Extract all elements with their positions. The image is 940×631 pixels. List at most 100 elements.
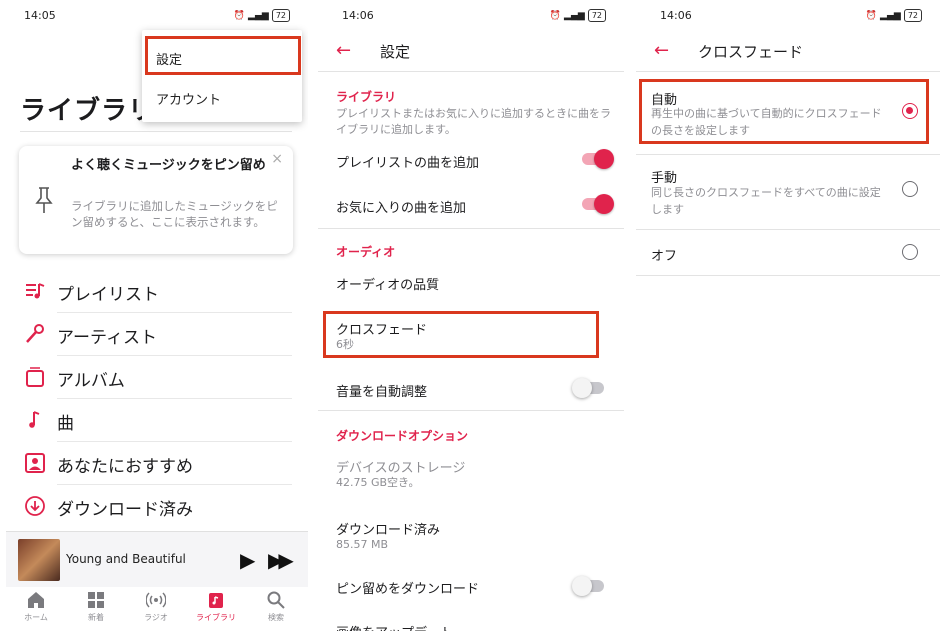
- album-icon: [26, 367, 44, 387]
- library-description: プレイリストまたはお気に入りに追加するときに曲をライブラリに追加します。: [336, 107, 611, 136]
- library-item-songs[interactable]: 曲: [24, 399, 292, 442]
- download-pinned-label: ピン留めをダウンロード: [336, 582, 480, 597]
- battery-icon: 72: [271, 9, 290, 22]
- add-favorite-songs-toggle[interactable]: [582, 194, 614, 214]
- status-bar: 14:06 ⏰ ▂▄▆ 72: [636, 9, 940, 25]
- status-icons: ⏰ ▂▄▆ 72: [866, 9, 922, 22]
- battery-icon: 72: [903, 9, 922, 22]
- now-playing-title: Young and Beautiful: [66, 552, 186, 566]
- add-favorite-songs-label: お気に入りの曲を追加: [336, 201, 467, 216]
- signal-icon: ▂▄▆: [880, 10, 901, 21]
- library-item-playlists[interactable]: プレイリスト: [24, 270, 292, 313]
- library-item-label: 曲: [57, 414, 74, 434]
- option-off-radio[interactable]: [902, 244, 918, 260]
- library-screen: 14:05 ⏰ ▂▄▆ 72 ライブラリ よく聴くミュージックをピン留め ライブ…: [0, 0, 308, 631]
- auto-volume-toggle[interactable]: [572, 378, 604, 398]
- back-arrow-icon[interactable]: ←: [654, 40, 669, 61]
- tab-search[interactable]: 検索: [246, 590, 306, 623]
- radio-icon: [146, 592, 166, 608]
- library-item-label: アーティスト: [57, 328, 157, 348]
- section-download-options: ダウンロードオプション: [336, 429, 469, 443]
- status-bar: 14:05 ⏰ ▂▄▆ 72: [0, 9, 308, 25]
- tab-radio[interactable]: ラジオ: [126, 590, 186, 623]
- header: ← 設定: [318, 30, 624, 72]
- tab-new[interactable]: 新着: [66, 590, 126, 623]
- alarm-icon: ⏰: [865, 10, 878, 21]
- header: ← クロスフェード: [636, 30, 940, 72]
- signal-icon: ▂▄▆: [564, 10, 585, 21]
- option-manual-radio[interactable]: [902, 181, 918, 197]
- device-storage-value: 42.75 GB空き。: [336, 476, 420, 489]
- section-audio: オーディオ: [336, 245, 396, 259]
- tab-label: ホーム: [24, 613, 48, 622]
- divider: [636, 275, 940, 276]
- microphone-icon: [26, 324, 44, 343]
- search-icon: [267, 591, 285, 609]
- highlight-box: [323, 311, 599, 358]
- tab-bar: ホーム 新着 ラジオ ライブラリ 検索: [0, 588, 308, 631]
- library-item-label: プレイリスト: [57, 285, 159, 305]
- now-playing-bar[interactable]: Young and Beautiful ▶ ▶▶: [6, 531, 308, 587]
- page-title: ライブラリ: [20, 96, 156, 126]
- battery-icon: 72: [587, 9, 606, 22]
- library-icon: [209, 593, 223, 608]
- tab-label: ライブラリ: [196, 613, 236, 622]
- tab-label: 検索: [268, 613, 284, 622]
- option-off-label[interactable]: オフ: [651, 245, 677, 264]
- fast-forward-icon[interactable]: ▶▶: [268, 548, 294, 572]
- downloaded-value: 85.57 MB: [336, 538, 389, 551]
- home-icon: [28, 592, 44, 608]
- grid-icon: [88, 592, 104, 608]
- pin-card-title: よく聴くミュージックをピン留め: [71, 158, 266, 173]
- pin-card-description: ライブラリに追加したミュージックをピン留めすると、ここに表示されます。: [71, 199, 278, 229]
- divider: [318, 228, 624, 229]
- library-item-label: あなたにおすすめ: [57, 457, 193, 477]
- person-icon: [25, 453, 45, 473]
- divider: [636, 154, 940, 155]
- alarm-icon: ⏰: [233, 10, 246, 21]
- page-title: クロスフェード: [698, 43, 804, 61]
- pin-icon: [35, 187, 53, 213]
- menu-item-account[interactable]: アカウント: [156, 89, 221, 108]
- crossfade-screen: 14:06 ⏰ ▂▄▆ 72 ← クロスフェード 自動 再生中の曲に基づいて自動…: [636, 0, 940, 631]
- status-bar: 14:06 ⏰ ▂▄▆ 72: [318, 9, 624, 25]
- album-artwork: [18, 539, 60, 581]
- playlist-icon: [26, 283, 45, 299]
- status-icons: ⏰ ▂▄▆ 72: [550, 9, 606, 22]
- pin-suggestion-card: よく聴くミュージックをピン留め ライブラリに追加したミュージックをピン留めすると…: [19, 146, 293, 254]
- play-icon[interactable]: ▶: [240, 548, 255, 572]
- back-arrow-icon[interactable]: ←: [336, 40, 351, 61]
- highlight-box: [145, 36, 301, 75]
- tab-label: 新着: [88, 613, 104, 622]
- library-item-label: アルバム: [57, 371, 125, 391]
- download-pinned-toggle[interactable]: [572, 576, 604, 596]
- add-playlist-songs-toggle[interactable]: [582, 149, 614, 169]
- downloaded-row[interactable]: ダウンロード済み: [336, 519, 440, 538]
- tab-library[interactable]: ライブラリ: [186, 590, 246, 623]
- library-item-downloaded[interactable]: ダウンロード済み: [24, 485, 292, 528]
- page-title: 設定: [380, 43, 411, 61]
- music-note-icon: [29, 411, 40, 428]
- tab-label: ラジオ: [144, 613, 168, 622]
- library-item-label: ダウンロード済み: [57, 500, 193, 520]
- signal-icon: ▂▄▆: [248, 10, 269, 21]
- settings-screen: 14:06 ⏰ ▂▄▆ 72 ← 設定 ライブラリ プレイリストまたはお気に入り…: [318, 0, 624, 631]
- library-item-albums[interactable]: アルバム: [24, 356, 292, 399]
- auto-volume-label: 音量を自動調整: [336, 385, 428, 400]
- close-icon[interactable]: ×: [271, 151, 283, 167]
- highlight-box: [639, 79, 929, 144]
- download-icon: [25, 496, 45, 516]
- status-time: 14:06: [342, 9, 374, 22]
- section-library: ライブラリ: [336, 90, 397, 104]
- tab-home[interactable]: ホーム: [6, 590, 66, 623]
- library-item-made-for-you[interactable]: あなたにおすすめ: [24, 442, 292, 485]
- device-storage-label: デバイスのストレージ: [336, 461, 466, 476]
- cutoff-row[interactable]: 画像をアップデート: [336, 622, 453, 631]
- option-manual-description: 同じ長さのクロスフェードをすべての曲に設定します: [651, 186, 881, 216]
- divider: [318, 410, 624, 411]
- audio-quality-row[interactable]: オーディオの品質: [336, 274, 439, 293]
- add-playlist-songs-label: プレイリストの曲を追加: [336, 156, 480, 171]
- status-time: 14:06: [660, 9, 692, 22]
- divider: [636, 229, 940, 230]
- library-item-artists[interactable]: アーティスト: [24, 313, 292, 356]
